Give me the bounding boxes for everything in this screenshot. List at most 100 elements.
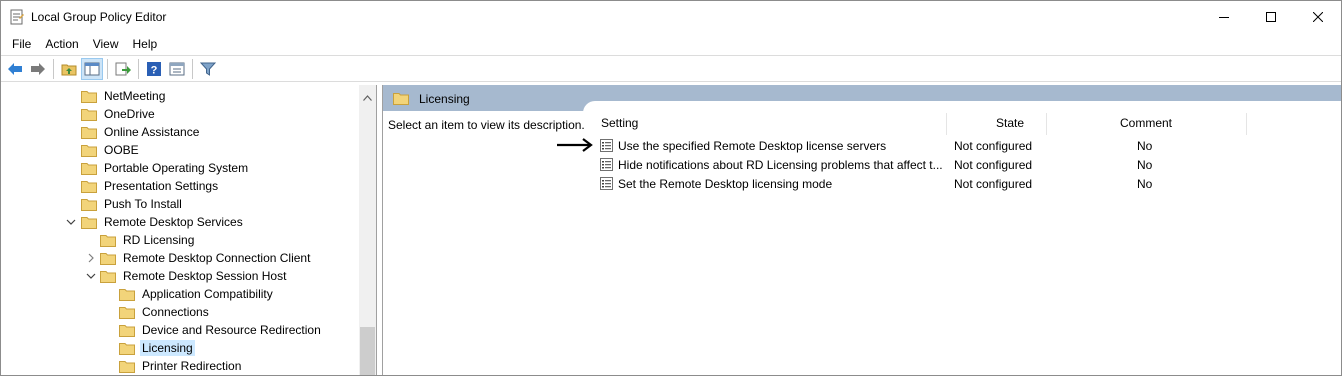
toolbar-separator	[192, 58, 193, 79]
setting-comment: No	[1137, 139, 1153, 153]
folder-open-icon	[100, 270, 116, 283]
table-row[interactable]: Hide notifications about RD Licensing pr…	[596, 155, 1341, 174]
folder-icon	[81, 162, 97, 175]
folder-icon	[100, 234, 116, 247]
tree-item-label: Remote Desktop Connection Client	[123, 251, 311, 265]
setting-state: Not configured	[954, 139, 1033, 153]
column-header-state[interactable]: State	[981, 111, 1039, 135]
title-bar: Local Group Policy Editor	[1, 1, 1341, 33]
tree-item-label: RD Licensing	[123, 233, 195, 247]
menu-bar: File Action View Help	[1, 34, 1341, 54]
up-folder-icon[interactable]	[58, 58, 80, 80]
back-arrow-icon[interactable]	[4, 58, 26, 80]
filter-icon[interactable]	[197, 58, 219, 80]
table-row[interactable]: Set the Remote Desktop licensing mode No…	[596, 174, 1341, 193]
setting-name: Hide notifications about RD Licensing pr…	[618, 158, 943, 172]
column-header-setting[interactable]: Setting	[601, 111, 638, 135]
help-icon[interactable]: ?	[143, 58, 165, 80]
tree-item-remote-desktop-services[interactable]: Remote Desktop Services	[81, 213, 245, 231]
tree-item-label: NetMeeting	[104, 89, 166, 103]
tree-item[interactable]: NetMeeting	[81, 87, 167, 105]
tree-item[interactable]: Printer Redirection	[119, 357, 243, 375]
tree-item-label: OneDrive	[104, 107, 155, 121]
folder-icon	[119, 306, 135, 319]
folder-icon	[81, 126, 97, 139]
folder-icon	[119, 342, 135, 355]
tree-item[interactable]: Push To Install	[81, 195, 184, 213]
setting-state: Not configured	[954, 158, 1033, 172]
table-row[interactable]: Use the specified Remote Desktop license…	[596, 136, 1341, 155]
folder-icon	[81, 108, 97, 121]
description-text: Select an item to view its description.	[388, 118, 585, 132]
close-icon[interactable]	[1295, 1, 1341, 33]
show-hide-tree-icon[interactable]	[81, 57, 103, 80]
folder-icon	[119, 360, 135, 373]
column-divider[interactable]	[1246, 113, 1247, 135]
tree-item-label: Online Assistance	[104, 125, 200, 139]
setting-comment: No	[1137, 177, 1153, 191]
tree-item-label: Remote Desktop Services	[104, 215, 243, 229]
minimize-icon[interactable]	[1201, 1, 1247, 33]
chevron-right-icon[interactable]	[86, 253, 96, 263]
tree-item-label: Connections	[142, 305, 209, 319]
folder-icon	[81, 198, 97, 211]
tree-item-label: OOBE	[104, 143, 139, 157]
column-header-comment[interactable]: Comment	[1098, 111, 1194, 135]
menu-action[interactable]: Action	[38, 37, 85, 51]
window-title: Local Group Policy Editor	[31, 10, 167, 24]
tree-item-label: Portable Operating System	[104, 161, 249, 175]
tree-item[interactable]: Remote Desktop Session Host	[100, 267, 288, 285]
folder-icon	[119, 288, 135, 301]
tree-scrollbar[interactable]	[359, 85, 376, 375]
details-header: Licensing	[383, 85, 1341, 113]
setting-name: Set the Remote Desktop licensing mode	[618, 177, 833, 191]
menu-help[interactable]: Help	[126, 37, 165, 51]
tree-item-label: Device and Resource Redirection	[142, 323, 321, 337]
tree-item[interactable]: OneDrive	[81, 105, 157, 123]
policy-editor-icon	[10, 9, 24, 25]
forward-arrow-icon[interactable]	[27, 58, 49, 80]
details-header-title: Licensing	[419, 92, 470, 106]
toolbar: ?	[1, 55, 1341, 82]
tree-item[interactable]: Portable Operating System	[81, 159, 250, 177]
export-list-icon[interactable]	[112, 58, 134, 80]
folder-icon	[81, 144, 97, 157]
folder-open-icon	[81, 216, 97, 229]
chevron-down-icon[interactable]	[86, 271, 96, 281]
tree-item[interactable]: Remote Desktop Connection Client	[100, 249, 312, 267]
chevron-down-icon[interactable]	[66, 217, 76, 227]
settings-list: Setting State Comment Use the specified …	[596, 111, 1341, 375]
svg-text:?: ?	[151, 64, 158, 76]
maximize-icon[interactable]	[1248, 1, 1294, 33]
tree-item-label: Remote Desktop Session Host	[123, 269, 287, 283]
tree-item-label: Push To Install	[104, 197, 182, 211]
policy-setting-icon	[600, 177, 613, 190]
tree-item[interactable]: Connections	[119, 303, 211, 321]
tree-item-licensing-selected[interactable]: Licensing	[119, 339, 195, 357]
tree-item[interactable]: Device and Resource Redirection	[119, 321, 323, 339]
toolbar-separator	[53, 58, 54, 79]
setting-name: Use the specified Remote Desktop license…	[618, 139, 887, 153]
properties-icon[interactable]	[166, 58, 188, 80]
scrollbar-thumb[interactable]	[360, 327, 375, 375]
column-divider[interactable]	[946, 113, 947, 135]
setting-state: Not configured	[954, 177, 1033, 191]
tree-item[interactable]: OOBE	[81, 141, 141, 159]
menu-file[interactable]: File	[5, 37, 38, 51]
column-divider[interactable]	[1046, 113, 1047, 135]
toolbar-separator	[138, 58, 139, 79]
details-pane: Licensing Select an item to view its des…	[382, 85, 1341, 375]
tree-item[interactable]: Online Assistance	[81, 123, 201, 141]
tree-item-label: Presentation Settings	[104, 179, 219, 193]
tree-item-label: Application Compatibility	[142, 287, 273, 301]
app-window: Local Group Policy Editor File Action Vi…	[0, 0, 1342, 376]
scroll-up-icon[interactable]	[363, 90, 372, 104]
folder-icon	[81, 90, 97, 103]
tree-item[interactable]: Application Compatibility	[119, 285, 275, 303]
menu-view[interactable]: View	[86, 37, 126, 51]
setting-comment: No	[1137, 158, 1153, 172]
tree-item-label: Printer Redirection	[142, 359, 242, 373]
folder-icon	[100, 252, 116, 265]
tree-item[interactable]: Presentation Settings	[81, 177, 220, 195]
tree-item[interactable]: RD Licensing	[100, 231, 196, 249]
